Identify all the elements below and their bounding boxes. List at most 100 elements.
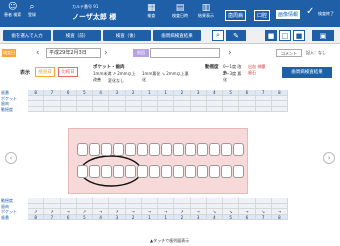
grid-cell[interactable] bbox=[239, 101, 256, 106]
grid-cell[interactable] bbox=[158, 106, 175, 111]
grid-cell[interactable] bbox=[141, 95, 158, 100]
tooth[interactable] bbox=[77, 143, 88, 156]
grid-cell[interactable] bbox=[60, 106, 77, 111]
grid-cell[interactable] bbox=[158, 203, 175, 208]
grid-cell[interactable] bbox=[174, 95, 191, 100]
pocket-change-mark[interactable]: → bbox=[93, 209, 110, 214]
grid-cell[interactable] bbox=[174, 101, 191, 106]
grid-cell[interactable] bbox=[206, 106, 223, 111]
mode-perio[interactable]: 歯周病 bbox=[225, 10, 247, 21]
grid-cell[interactable] bbox=[141, 198, 158, 203]
pen-icon[interactable]: ✎ bbox=[226, 30, 246, 41]
pocket-change-mark[interactable]: ↗ bbox=[109, 209, 126, 214]
check-icon[interactable]: ✓ bbox=[306, 6, 314, 17]
compare-date-field[interactable] bbox=[150, 48, 220, 58]
pocket-change-mark[interactable]: → bbox=[271, 209, 288, 214]
grid-cell[interactable] bbox=[158, 101, 175, 106]
grid-cell[interactable] bbox=[255, 101, 272, 106]
grid-cell[interactable] bbox=[93, 198, 110, 203]
grid-cell[interactable] bbox=[109, 203, 126, 208]
next-date-arrow[interactable]: › bbox=[104, 48, 108, 58]
compare-next-arrow[interactable]: › bbox=[228, 48, 232, 58]
tooth[interactable] bbox=[149, 165, 160, 178]
grid-cell[interactable] bbox=[44, 203, 61, 208]
grid-cell[interactable] bbox=[206, 203, 223, 208]
register-button[interactable]: ⌕ 登録 bbox=[28, 3, 36, 18]
pocket-change-mark[interactable]: ↗ bbox=[174, 209, 191, 214]
exam-date-field[interactable]: 平成29年2月3日 bbox=[46, 48, 101, 58]
grid-cell[interactable] bbox=[190, 198, 207, 203]
grid-cell[interactable] bbox=[76, 95, 93, 100]
grid-cell[interactable] bbox=[60, 95, 77, 100]
pocket-change-mark[interactable]: ↘ bbox=[206, 209, 223, 214]
pocket-change-mark[interactable]: → bbox=[190, 209, 207, 214]
grid-cell[interactable] bbox=[60, 198, 77, 203]
grid-cell[interactable] bbox=[60, 203, 77, 208]
grid-cell[interactable] bbox=[206, 101, 223, 106]
grid-cell[interactable] bbox=[239, 203, 256, 208]
grid-cell[interactable] bbox=[239, 106, 256, 111]
grid-cell[interactable] bbox=[109, 95, 126, 100]
tooth[interactable] bbox=[161, 143, 172, 156]
grid-cell[interactable] bbox=[125, 203, 142, 208]
grid-cell[interactable] bbox=[28, 198, 45, 203]
grid-cell[interactable] bbox=[239, 198, 256, 203]
lower-jaw-icon[interactable]: ■ bbox=[293, 30, 305, 41]
grid-cell[interactable] bbox=[44, 198, 61, 203]
grid-cell[interactable] bbox=[44, 101, 61, 106]
finish-label[interactable]: 検査終了 bbox=[318, 11, 334, 17]
tooth[interactable] bbox=[113, 143, 124, 156]
nav-results[interactable]: ▥ 結果表示 bbox=[198, 4, 214, 19]
dental-chart[interactable] bbox=[68, 128, 248, 194]
grid-cell[interactable] bbox=[109, 198, 126, 203]
tooth[interactable] bbox=[209, 165, 220, 178]
tab-exam-date[interactable]: 検査日 bbox=[35, 67, 55, 77]
perio-result-button[interactable]: 歯周病検査結果 bbox=[153, 30, 201, 41]
tooth[interactable] bbox=[221, 165, 232, 178]
grid-cell[interactable] bbox=[158, 95, 175, 100]
pocket-change-mark[interactable]: → bbox=[158, 209, 175, 214]
tooth[interactable] bbox=[161, 165, 172, 178]
comment-button[interactable]: コメント bbox=[276, 49, 302, 57]
grid-cell[interactable] bbox=[174, 198, 191, 203]
grid-cell[interactable] bbox=[44, 106, 61, 111]
tooth[interactable] bbox=[89, 165, 100, 178]
tooth[interactable] bbox=[197, 143, 208, 156]
grid-cell[interactable] bbox=[255, 203, 272, 208]
grid-cell[interactable] bbox=[76, 198, 93, 203]
grid-cell[interactable] bbox=[44, 95, 61, 100]
grid-cell[interactable] bbox=[76, 101, 93, 106]
tooth[interactable] bbox=[221, 143, 232, 156]
grid-cell[interactable] bbox=[223, 198, 240, 203]
grid-cell[interactable] bbox=[190, 95, 207, 100]
tooth[interactable] bbox=[125, 143, 136, 156]
tooth[interactable] bbox=[185, 143, 196, 156]
upper-jaw-icon[interactable]: ■ bbox=[265, 30, 277, 41]
grid-cell[interactable] bbox=[271, 203, 288, 208]
search-icon[interactable]: ⌕ bbox=[212, 30, 224, 41]
grid-cell[interactable] bbox=[223, 95, 240, 100]
patient-search-button[interactable]: ☺ 患者 検索 bbox=[4, 3, 21, 18]
grid-cell[interactable] bbox=[125, 101, 142, 106]
grid-cell[interactable] bbox=[109, 101, 126, 106]
grid-cell[interactable] bbox=[60, 101, 77, 106]
grid-cell[interactable] bbox=[141, 106, 158, 111]
grid-cell[interactable] bbox=[109, 106, 126, 111]
grid-cell[interactable] bbox=[271, 101, 288, 106]
grid-cell[interactable] bbox=[174, 106, 191, 111]
exam-before-button[interactable]: 検査（前） bbox=[53, 30, 101, 41]
nav-exam[interactable]: ▦ 検査 bbox=[147, 4, 156, 19]
grid-cell[interactable] bbox=[158, 198, 175, 203]
pocket-change-mark[interactable]: → bbox=[239, 209, 256, 214]
tooth[interactable] bbox=[113, 165, 124, 178]
pocket-change-mark[interactable]: ↗ bbox=[76, 209, 93, 214]
mode-oral[interactable]: 口腔 bbox=[254, 10, 271, 21]
tab-compare-date[interactable]: 比較日 bbox=[58, 67, 78, 77]
exam-after-button[interactable]: 検査（後） bbox=[103, 30, 151, 41]
pocket-change-mark[interactable]: ↗ bbox=[44, 209, 61, 214]
tooth[interactable] bbox=[89, 143, 100, 156]
perio-result-button[interactable]: 歯周病検査結果 bbox=[282, 67, 332, 78]
chevron-right-icon[interactable]: › bbox=[323, 152, 335, 164]
grid-cell[interactable] bbox=[255, 106, 272, 111]
pocket-change-mark[interactable]: ↘ bbox=[255, 209, 272, 214]
